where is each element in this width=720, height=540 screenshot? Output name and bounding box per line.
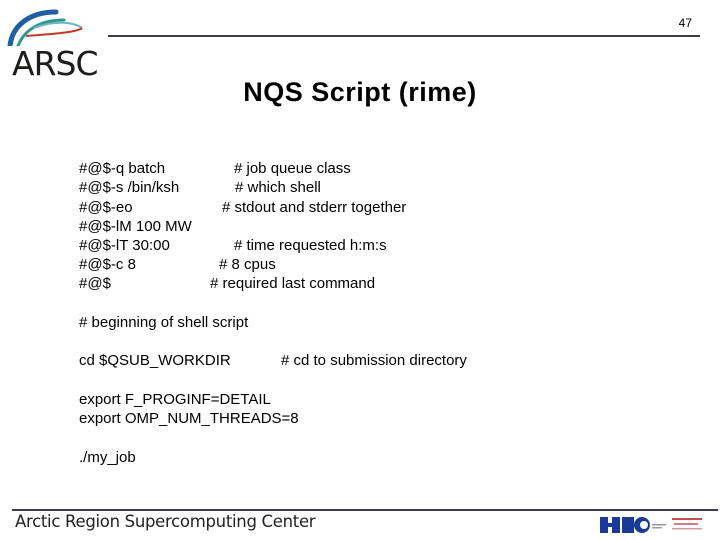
directive-command: #@$-lT 30:00: [79, 237, 170, 254]
slide-title-container: NQS Script (rime): [0, 77, 720, 108]
directive-comment: # job queue class: [234, 160, 351, 177]
footer-org-name: Arctic Region Supercomputing Center: [15, 512, 316, 531]
export-line: export F_PROGINF=DETAIL: [79, 391, 271, 408]
directive-comment: # stdout and stderr together: [222, 199, 407, 216]
script-comment: # beginning of shell script: [79, 314, 249, 331]
hpc-logo-icon: [600, 517, 702, 533]
arsc-logo: ARSC: [4, 6, 108, 83]
cd-command: cd $QSUB_WORKDIR: [79, 352, 231, 369]
export-line: export OMP_NUM_THREADS=8: [79, 410, 299, 427]
hpc-partner-logo: [600, 515, 710, 535]
page-number: 47: [678, 16, 692, 30]
directive-comment: # 8 cpus: [219, 256, 276, 273]
directive-command: #@$-lM 100 MW: [79, 218, 192, 235]
directive-comment: # time requested h:m:s: [234, 237, 387, 254]
run-command: ./my_job: [79, 449, 136, 466]
directive-command: #@$: [79, 275, 111, 292]
slide-title: NQS Script (rime): [243, 77, 477, 107]
directive-command: #@$-eo: [79, 199, 133, 216]
directive-comment: # required last command: [210, 275, 376, 292]
directive-command: #@$-s /bin/ksh: [79, 179, 180, 196]
cd-comment: # cd to submission directory: [281, 352, 467, 369]
header-divider: [108, 35, 700, 37]
footer-divider: [12, 509, 718, 511]
directive-command: #@$-q batch: [79, 160, 166, 177]
arsc-logo-arcs-icon: [7, 9, 83, 49]
directive-command: #@$-c 8: [79, 256, 136, 273]
directive-comment: # which shell: [235, 179, 321, 196]
